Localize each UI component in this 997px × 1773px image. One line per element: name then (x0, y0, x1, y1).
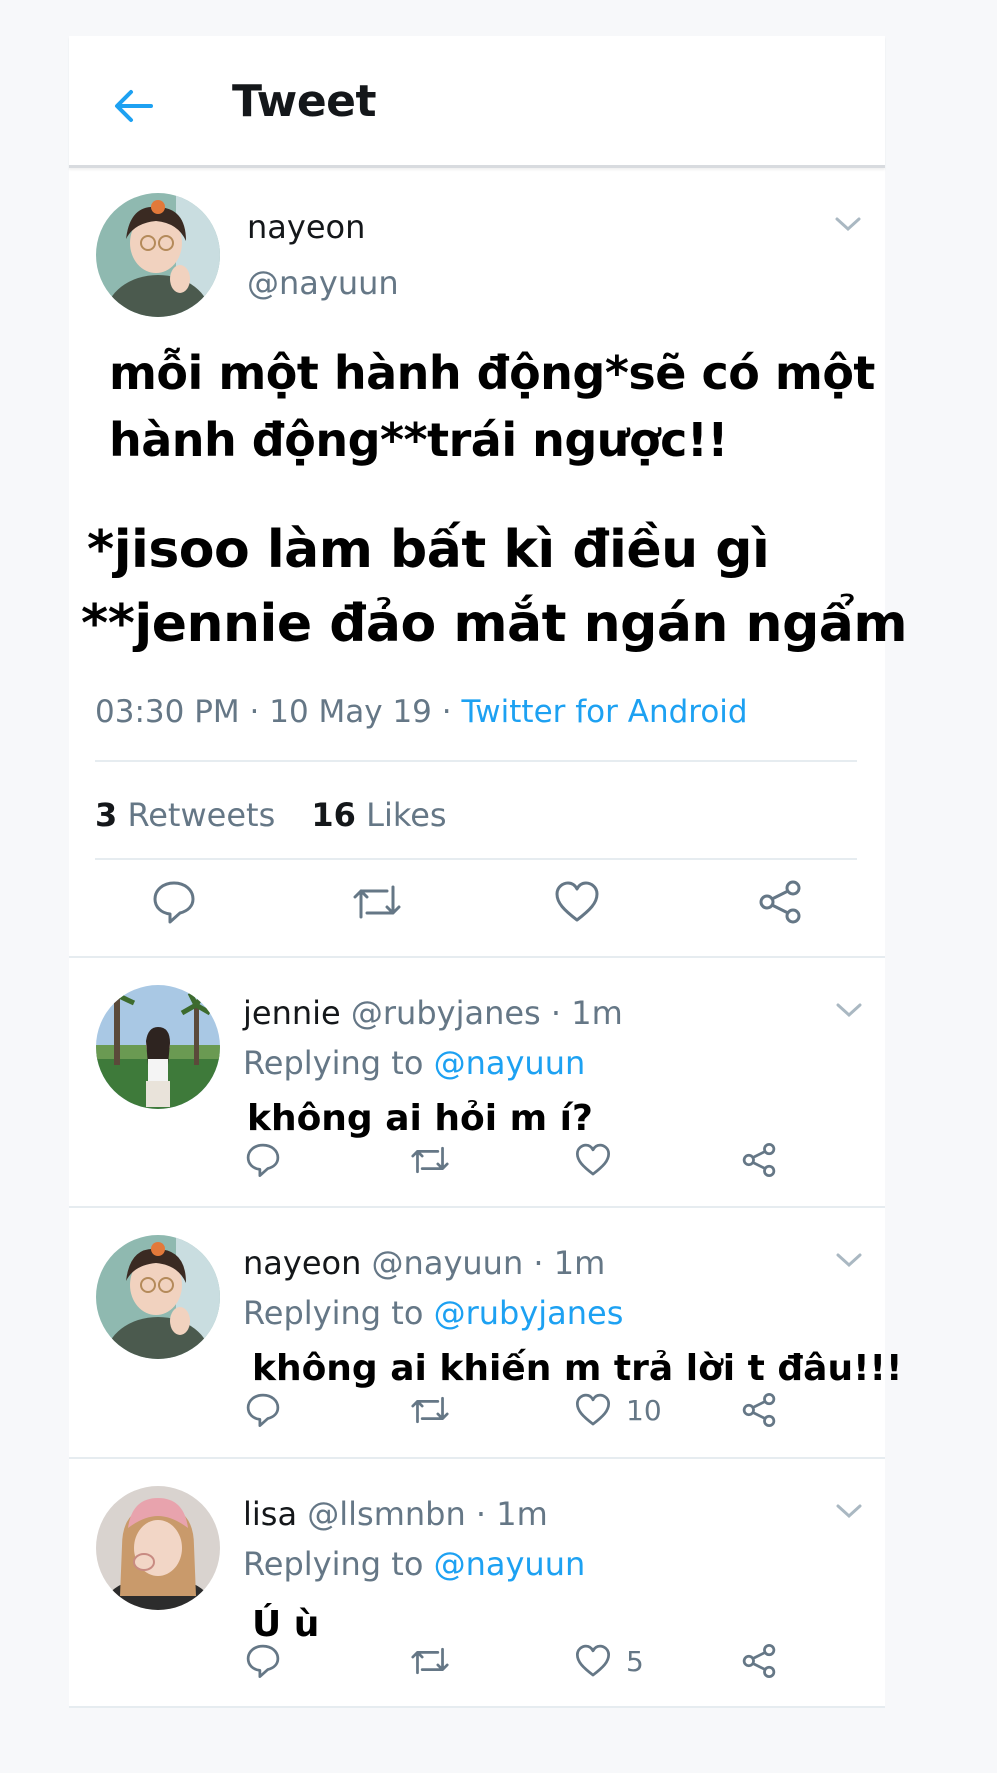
divider (69, 1206, 885, 1208)
tweet-stats: 3 Retweets 16 Likes (95, 796, 473, 834)
retweet-icon[interactable] (409, 1643, 451, 1679)
tweet-text-line: hành động**trái ngược!! (109, 413, 728, 467)
chevron-down-icon[interactable] (834, 1000, 864, 1020)
divider (95, 858, 857, 860)
retweet-icon[interactable] (409, 1392, 451, 1428)
avatar[interactable] (96, 1486, 220, 1610)
retweet-icon[interactable] (351, 879, 403, 925)
avatar[interactable] (96, 1235, 220, 1359)
reply-text: Ú ù (252, 1604, 320, 1645)
reply-header: jennie @rubyjanes · 1m (243, 994, 623, 1032)
reply-icon[interactable] (245, 1643, 281, 1679)
tweet-date: 10 May 19 (269, 694, 432, 730)
meta-separator: · (475, 1495, 487, 1533)
back-arrow-icon[interactable] (111, 84, 155, 128)
reply-text: không ai khiến m trả lời t đâu!!! (252, 1348, 903, 1389)
tweet-text-line: *jisoo làm bất kì điều gì (87, 520, 770, 580)
replying-to: Replying to @rubyjanes (243, 1294, 624, 1332)
share-icon[interactable] (741, 1643, 777, 1679)
author-handle[interactable]: @nayuun (247, 264, 399, 302)
like-count: 10 (626, 1394, 662, 1427)
tweet-text-line: mỗi một hành động*sẽ có một (109, 346, 875, 400)
reply-time: 1m (496, 1495, 548, 1533)
replying-to: Replying to @nayuun (243, 1545, 586, 1583)
mention-link[interactable]: @rubyjanes (434, 1294, 624, 1332)
reply-icon[interactable] (151, 879, 197, 925)
like-count: 5 (626, 1645, 644, 1678)
mention-link[interactable]: @nayuun (434, 1044, 586, 1082)
tweet-time: 03:30 PM (95, 694, 240, 730)
tweet-client-link[interactable]: Twitter for Android (462, 694, 748, 730)
reply-header: lisa @llsmnbn · 1m (243, 1495, 548, 1533)
reply-text: không ai hỏi m í? (247, 1098, 593, 1139)
reply-author-handle[interactable]: @nayuun (372, 1244, 524, 1282)
tweet-meta: 03:30 PM · 10 May 19 · Twitter for Andro… (95, 694, 748, 730)
avatar[interactable] (96, 985, 220, 1109)
reply-author-name[interactable]: lisa (243, 1495, 297, 1533)
likes-stat[interactable]: 16 Likes (311, 796, 446, 834)
like-icon[interactable] (575, 1142, 611, 1178)
divider (69, 956, 885, 958)
reply-header: nayeon @nayuun · 1m (243, 1244, 605, 1282)
chevron-down-icon[interactable] (833, 214, 863, 234)
like-icon[interactable] (575, 1392, 611, 1428)
reply-author-handle[interactable]: @llsmnbn (307, 1495, 466, 1533)
chevron-down-icon[interactable] (834, 1501, 864, 1521)
divider (69, 1706, 885, 1708)
meta-separator: · (249, 694, 260, 730)
reply-author-name[interactable]: nayeon (243, 1244, 361, 1282)
share-icon[interactable] (741, 1392, 777, 1428)
chevron-down-icon[interactable] (834, 1250, 864, 1270)
divider (95, 760, 857, 762)
retweets-stat[interactable]: 3 Retweets (95, 796, 275, 834)
top-bar: Tweet (69, 36, 885, 168)
divider (69, 1457, 885, 1459)
page-title: Tweet (232, 76, 377, 127)
reply-time: 1m (553, 1244, 606, 1282)
tweet-text-line: **jennie đảo mắt ngán ngẩm (81, 594, 908, 654)
author-name[interactable]: nayeon (247, 208, 365, 246)
reply-icon[interactable] (245, 1142, 281, 1178)
replying-to: Replying to @nayuun (243, 1044, 586, 1082)
reply-icon[interactable] (245, 1392, 281, 1428)
reply-author-name[interactable]: jennie (243, 994, 341, 1032)
share-icon[interactable] (757, 879, 803, 925)
tweet-detail-screen: Tweet nayeon @nayuun mỗi một hành động*s… (69, 36, 908, 1708)
like-icon[interactable] (575, 1643, 611, 1679)
meta-separator: · (533, 1244, 544, 1282)
meta-separator: · (441, 694, 452, 730)
like-icon[interactable] (554, 879, 600, 925)
retweet-icon[interactable] (409, 1142, 451, 1178)
share-icon[interactable] (741, 1142, 777, 1178)
avatar[interactable] (96, 193, 220, 317)
meta-separator: · (550, 994, 562, 1032)
reply-author-handle[interactable]: @rubyjanes (351, 994, 541, 1032)
mention-link[interactable]: @nayuun (434, 1545, 586, 1583)
reply-time: 1m (571, 994, 623, 1032)
